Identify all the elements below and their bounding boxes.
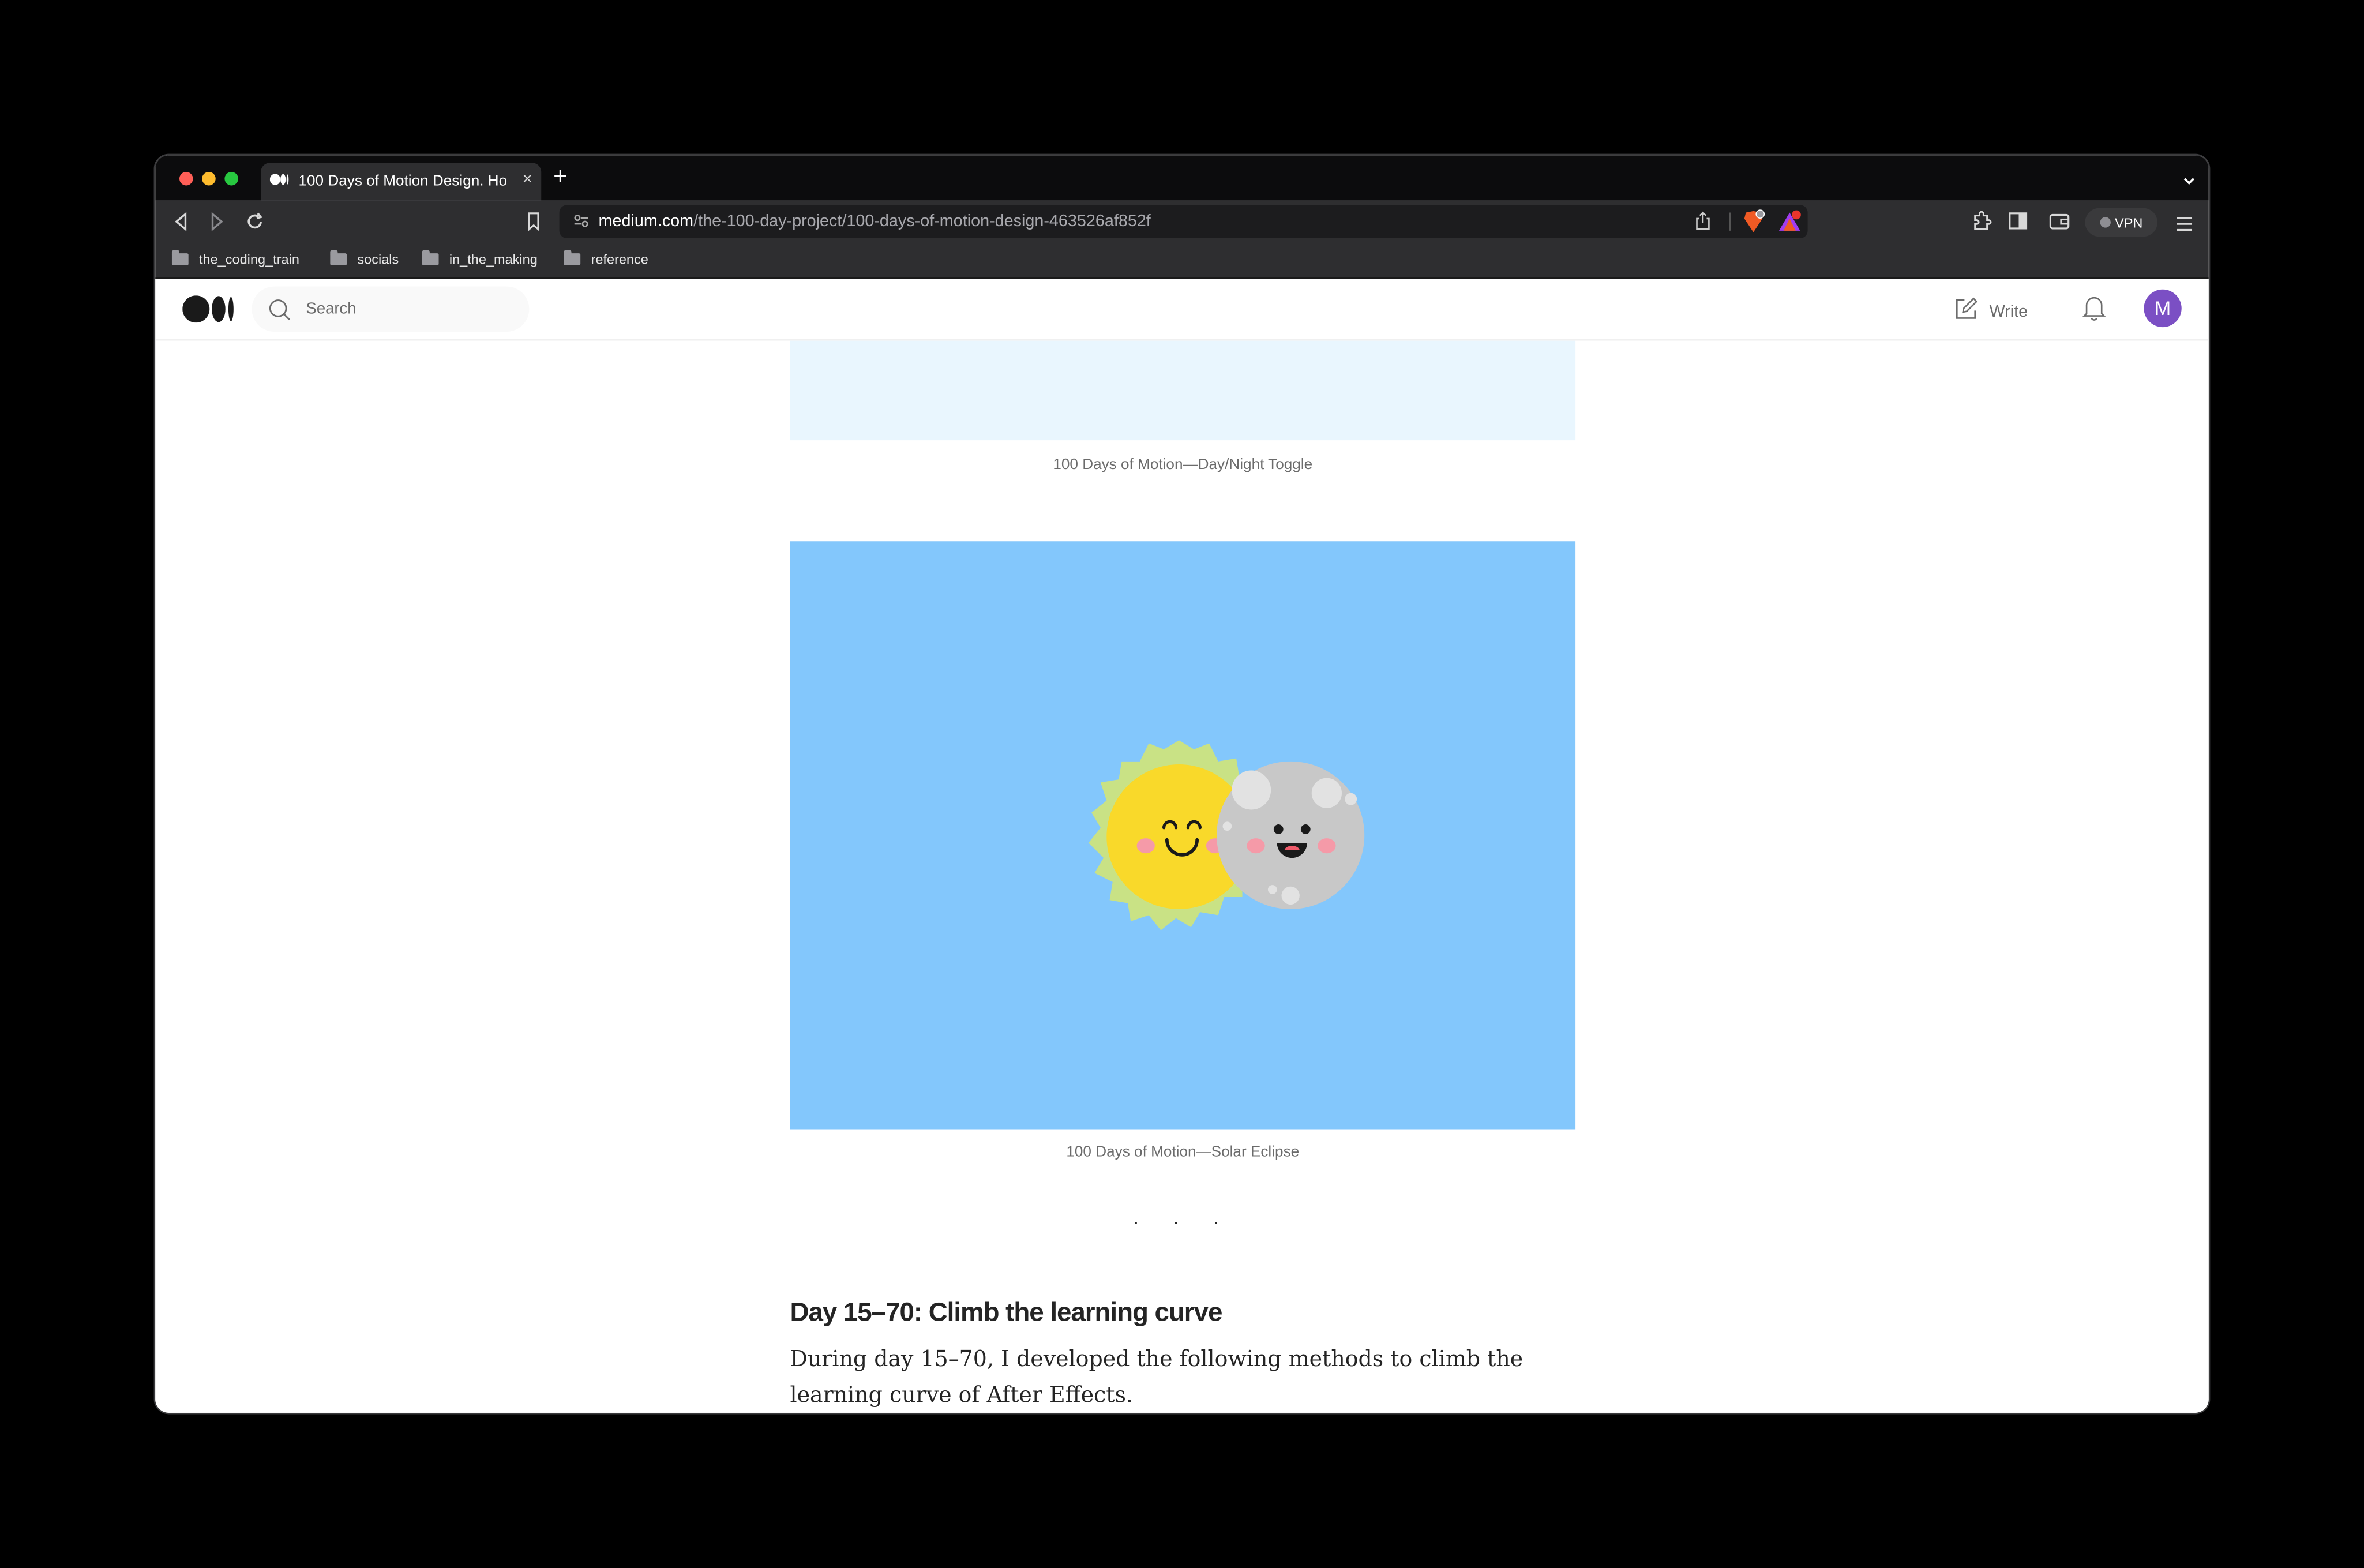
write-label: Write (1989, 302, 2028, 321)
sun-moon-illustration (1088, 740, 1365, 931)
bookmark-label: in_the_making (449, 252, 538, 267)
tab-title: 100 Days of Motion Design. How (298, 173, 507, 190)
close-window-button[interactable] (179, 171, 193, 186)
search-input[interactable]: Search (252, 286, 530, 332)
search-placeholder: Search (306, 300, 357, 318)
zoom-window-button[interactable] (224, 171, 238, 186)
image-caption: 100 Days of Motion—Solar Eclipse (1066, 1144, 1300, 1161)
vpn-button[interactable]: VPN (2085, 208, 2157, 237)
url-divider (1729, 212, 1731, 231)
site-settings-icon[interactable] (573, 213, 590, 234)
wallet-icon[interactable] (2049, 211, 2070, 238)
folder-icon (330, 250, 347, 265)
back-icon[interactable] (172, 211, 190, 240)
url-path: /the-100-day-project/100-days-of-motion-… (693, 212, 1151, 231)
new-tab-button[interactable]: + (553, 163, 567, 193)
tab-active[interactable]: 100 Days of Motion Design. How × (261, 163, 542, 201)
browser-window: 100 Days of Motion Design. How × + mediu… (153, 153, 2211, 1415)
bookmark-folder-in-the-making[interactable]: in_the_making (422, 250, 538, 267)
brave-shields-icon[interactable] (1742, 209, 1766, 238)
reload-icon[interactable] (244, 211, 265, 240)
share-icon[interactable] (1695, 211, 1712, 235)
bookmark-label: socials (357, 252, 399, 267)
medium-favicon-icon (269, 174, 290, 190)
vpn-status-icon (2099, 217, 2111, 228)
article-body: 100 Days of Motion—Day/Night Toggle 100 … (155, 340, 2209, 1413)
write-icon (1953, 297, 1977, 326)
bookmark-icon[interactable] (526, 211, 541, 240)
minimize-window-button[interactable] (202, 171, 216, 186)
chevron-down-icon[interactable] (2182, 169, 2197, 196)
forward-icon[interactable] (208, 211, 226, 240)
folder-icon (171, 250, 189, 265)
vpn-label: VPN (2115, 215, 2143, 230)
address-bar[interactable]: medium.com/the-100-day-project/100-days-… (559, 205, 1808, 238)
hamburger-menu-icon[interactable] (2175, 213, 2193, 240)
bookmarks-bar: the_coding_train socials in_the_making r… (155, 246, 2209, 279)
sidebar-icon[interactable] (2008, 211, 2028, 238)
extensions-icon[interactable] (1971, 211, 1992, 240)
screen: 100 Days of Motion Design. How × + mediu… (0, 0, 2364, 1568)
bookmark-folder-reference[interactable]: reference (564, 250, 648, 267)
folder-icon (564, 250, 581, 265)
section-heading: Day 15–70: Climb the learning curve (790, 1296, 1222, 1327)
tab-strip: 100 Days of Motion Design. How × + (155, 155, 2209, 201)
bookmark-folder-socials[interactable]: socials (330, 250, 399, 267)
day-night-toggle-image[interactable] (790, 340, 1576, 441)
section-separator: · · · (1132, 1209, 1233, 1233)
article-paragraph: During day 15–70, I developed the follow… (790, 1348, 1524, 1409)
search-icon (268, 298, 291, 328)
solar-eclipse-image[interactable] (790, 541, 1576, 1130)
folder-icon (422, 250, 439, 265)
bookmark-folder-coding-train[interactable]: the_coding_train (171, 250, 299, 267)
user-avatar[interactable]: M (2144, 289, 2182, 328)
tab-close-button[interactable]: × (523, 170, 532, 188)
notifications-bell-icon[interactable] (2082, 294, 2106, 329)
browser-toolbar: medium.com/the-100-day-project/100-days-… (155, 200, 2209, 246)
image-caption: 100 Days of Motion—Day/Night Toggle (1053, 456, 1313, 474)
medium-logo-icon[interactable] (182, 295, 235, 330)
url-host: medium.com (598, 212, 694, 231)
write-button[interactable]: Write (1953, 297, 2028, 326)
bookmark-label: reference (591, 252, 648, 267)
brave-rewards-icon[interactable] (1777, 209, 1802, 238)
bookmark-label: the_coding_train (198, 252, 299, 267)
medium-header: Search Write M (155, 279, 2209, 341)
